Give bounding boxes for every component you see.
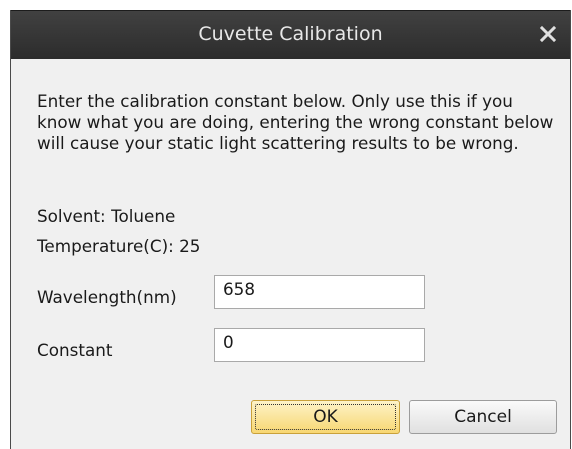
dialog-title: Cuvette Calibration <box>198 23 383 45</box>
calibration-dialog: Cuvette Calibration Enter the calibratio… <box>10 10 571 449</box>
solvent-value: Toluene <box>111 206 176 226</box>
ok-button[interactable]: OK <box>251 400 400 434</box>
constant-input[interactable] <box>214 328 425 362</box>
temperature-label: Temperature(C): <box>37 236 174 256</box>
solvent-label: Solvent: <box>37 206 106 226</box>
temperature-row: Temperature(C): 25 <box>37 236 200 257</box>
title-bar[interactable]: Cuvette Calibration <box>11 10 570 59</box>
close-icon[interactable] <box>538 24 558 44</box>
wavelength-input[interactable] <box>214 275 425 309</box>
description-text: Enter the calibration constant below. On… <box>37 91 554 153</box>
constant-label: Constant <box>37 340 113 360</box>
wavelength-label: Wavelength(nm) <box>37 287 177 307</box>
cancel-button-label: Cancel <box>454 407 512 427</box>
temperature-value: 25 <box>179 236 201 256</box>
solvent-row: Solvent: Toluene <box>37 206 175 227</box>
cancel-button[interactable]: Cancel <box>409 400 557 434</box>
ok-button-label: OK <box>313 407 338 427</box>
